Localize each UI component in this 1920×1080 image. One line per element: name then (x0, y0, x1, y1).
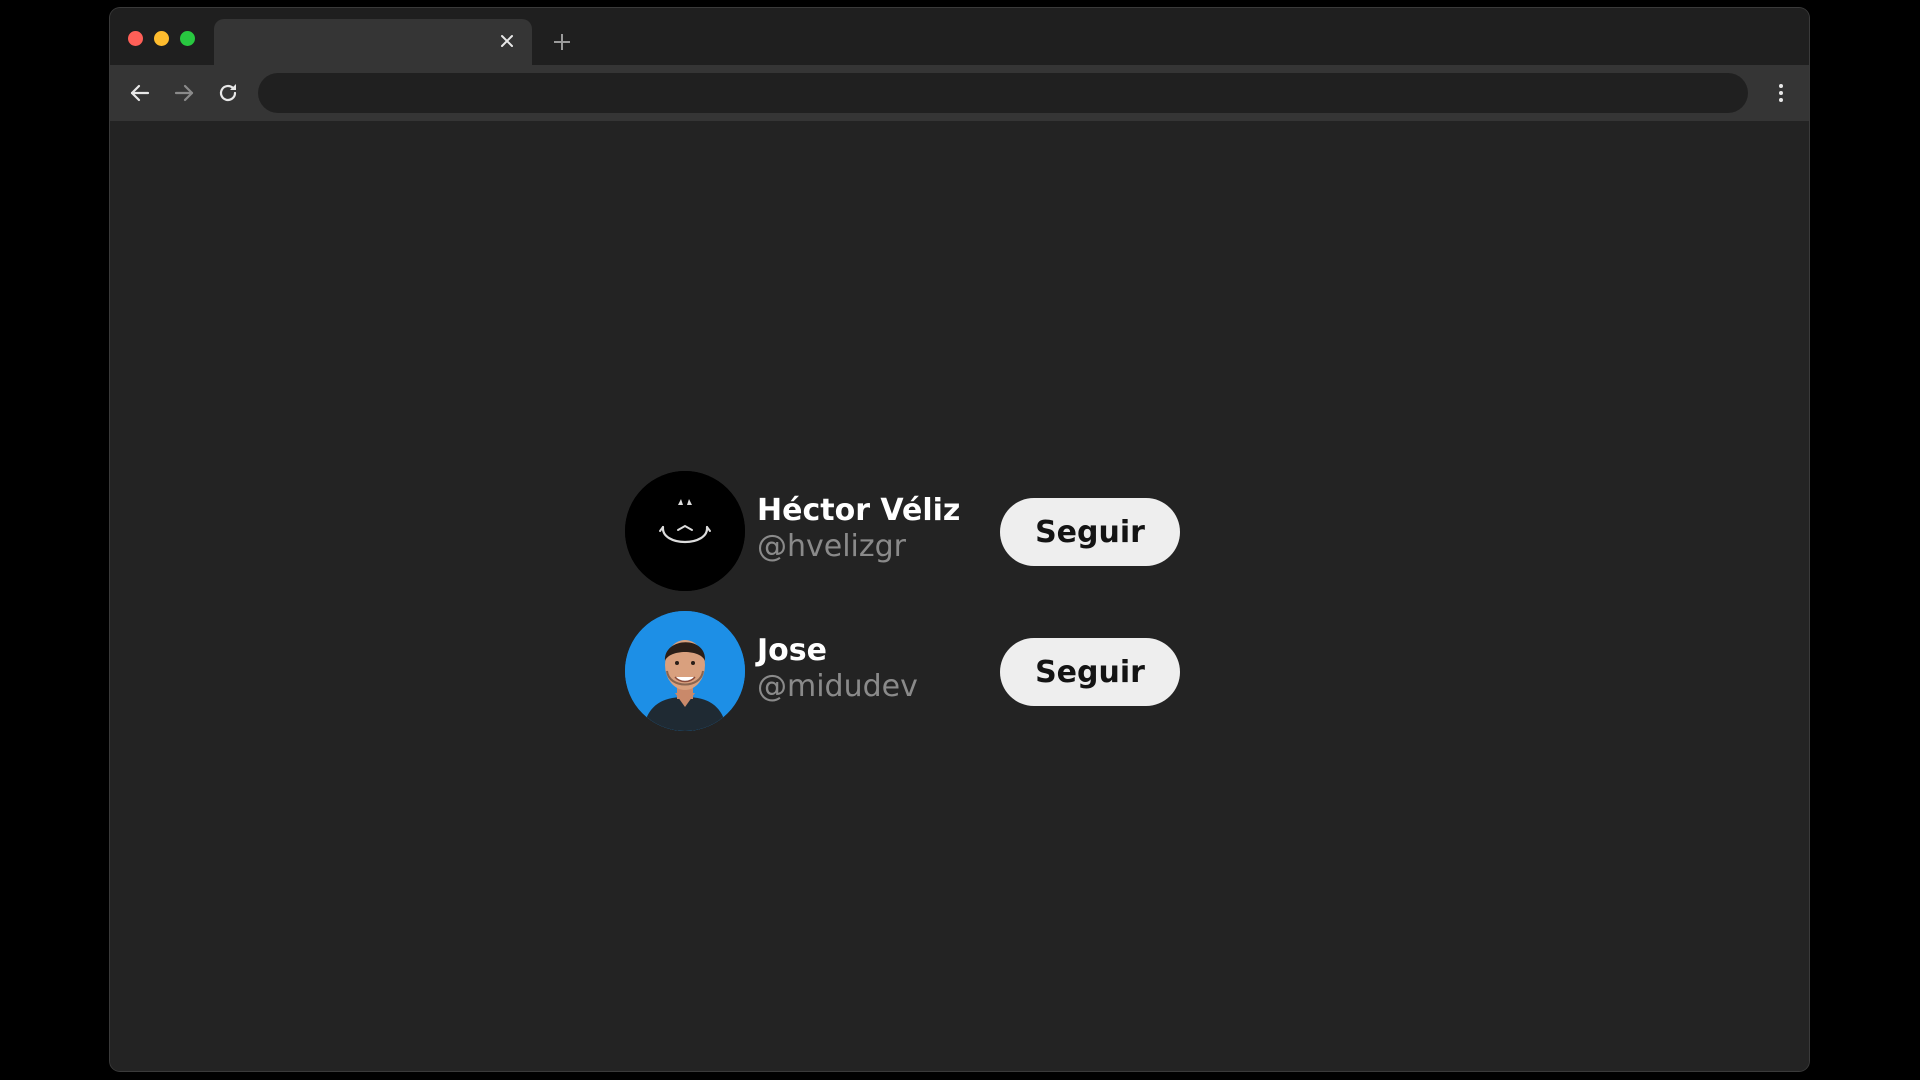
kebab-menu-icon[interactable] (1765, 77, 1797, 109)
user-info: Jose @midudev (757, 633, 918, 705)
browser-toolbar (110, 65, 1809, 121)
follow-button[interactable]: Seguir (1000, 498, 1180, 566)
user-handle: @midudev (757, 669, 918, 704)
page-viewport: Héctor Véliz @hvelizgr Seguir Jose @midu… (110, 121, 1809, 1071)
user-info: Héctor Véliz @hvelizgr (757, 493, 960, 565)
arrow-left-icon[interactable] (124, 77, 156, 109)
person-avatar-icon (625, 611, 745, 731)
skull-avatar-icon (625, 471, 745, 591)
address-bar[interactable] (258, 73, 1748, 113)
browser-window: Héctor Véliz @hvelizgr Seguir Jose @midu… (110, 8, 1809, 1071)
user-name: Jose (757, 633, 827, 668)
reload-icon[interactable] (212, 77, 244, 109)
window-maximize-button[interactable] (180, 31, 195, 46)
tab-strip (110, 8, 1809, 65)
window-minimize-button[interactable] (154, 31, 169, 46)
plus-icon[interactable] (548, 28, 576, 56)
follow-button[interactable]: Seguir (1000, 638, 1180, 706)
browser-tab[interactable] (214, 19, 532, 65)
user-name: Héctor Véliz (757, 493, 961, 528)
follow-card: Jose @midudev Seguir (625, 611, 1180, 733)
close-icon[interactable] (496, 30, 518, 52)
follow-card: Héctor Véliz @hvelizgr Seguir (625, 471, 1180, 593)
user-handle: @hvelizgr (757, 529, 907, 564)
window-close-button[interactable] (128, 31, 143, 46)
arrow-right-icon[interactable] (168, 77, 200, 109)
